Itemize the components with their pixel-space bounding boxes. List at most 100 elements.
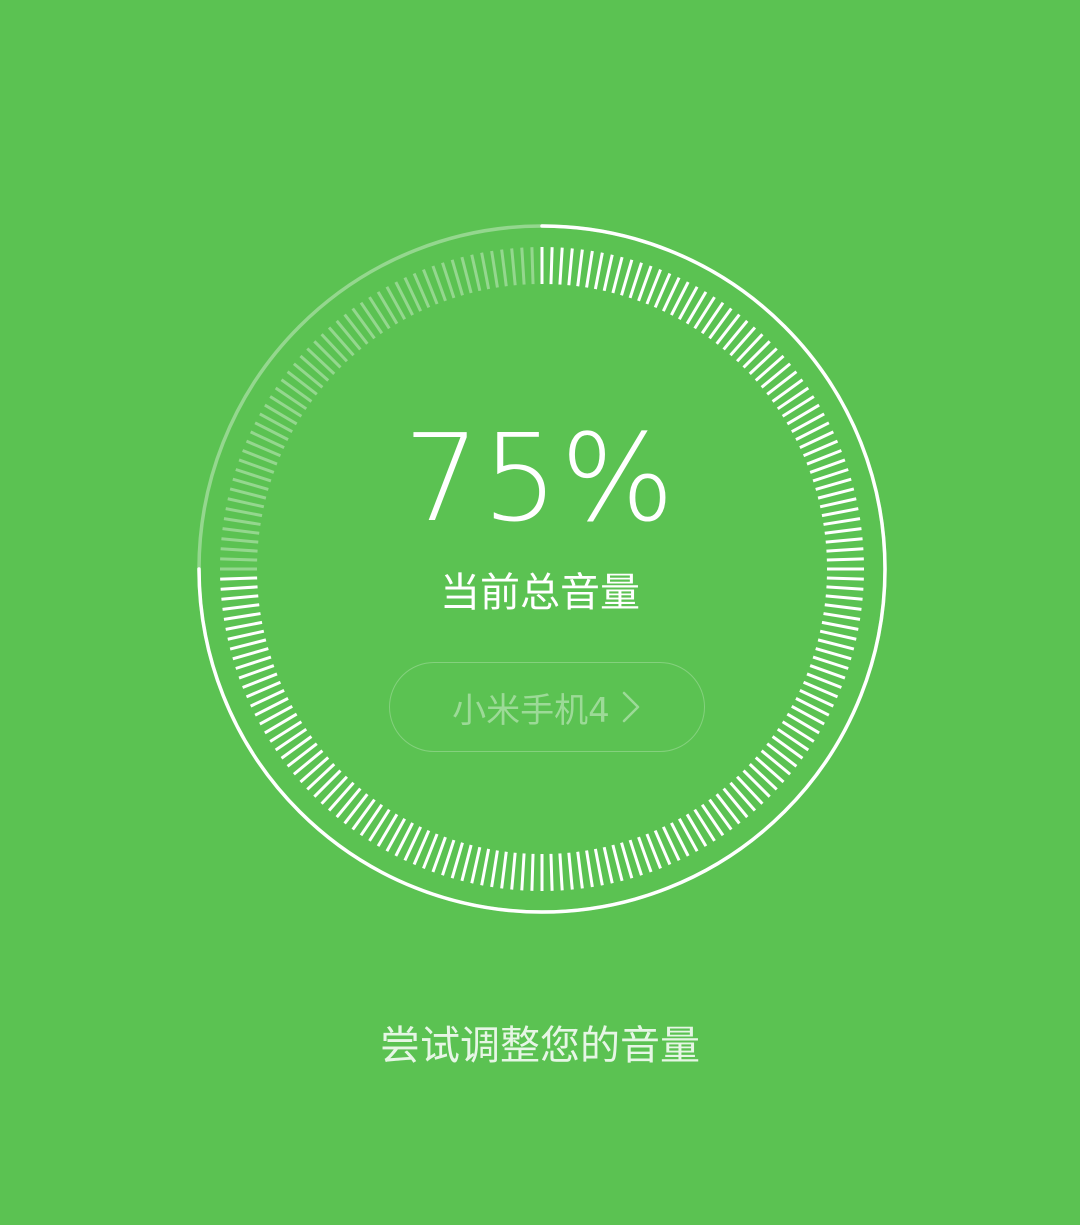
volume-tick (359, 301, 384, 335)
volume-tick (611, 256, 624, 294)
volume-tick (549, 247, 554, 285)
volume-tick (685, 813, 708, 847)
volume-tick (611, 844, 624, 882)
volume-tick (766, 742, 798, 768)
volume-tick (817, 487, 855, 500)
volume-tick (620, 259, 634, 296)
volume-tick (286, 370, 318, 396)
volume-tick (530, 853, 535, 891)
volume-tick (567, 852, 574, 890)
volume-tick (781, 395, 815, 418)
volume-tick (781, 720, 815, 743)
volume-tick (220, 557, 258, 562)
volume-tick (736, 775, 764, 805)
volume-tick (585, 250, 594, 288)
volume-tick (754, 756, 785, 784)
volume-tick (628, 839, 643, 876)
volume-tick (280, 378, 313, 403)
volume-tick (760, 749, 792, 776)
volume-tick (335, 319, 362, 351)
volume-tick (460, 256, 473, 294)
volume-tick (722, 319, 749, 351)
volume-tick (708, 307, 733, 340)
volume-tick (269, 720, 303, 743)
volume-tick (480, 848, 491, 886)
volume-tick (320, 775, 348, 805)
volume-tick (786, 403, 820, 426)
volume-tick (221, 537, 259, 544)
volume-tick (715, 793, 741, 825)
volume-tick (335, 787, 362, 819)
volume-tick (823, 612, 861, 621)
volume-tick (299, 354, 330, 382)
volume-tick (441, 262, 456, 299)
volume-tick (585, 850, 594, 888)
volume-tick (223, 517, 261, 526)
volume-tick (821, 507, 859, 518)
volume-tick (500, 249, 508, 287)
volume-tick (819, 497, 857, 509)
volume-tick (558, 853, 564, 891)
volume-tick (826, 585, 864, 591)
volume-tick (817, 638, 855, 651)
volume-tick (602, 254, 614, 292)
chevron-right-icon (620, 690, 642, 724)
volume-tick (700, 301, 725, 335)
volume-tick (510, 852, 517, 890)
device-select-button[interactable]: 小米手机4 (389, 662, 705, 752)
volume-tick (776, 727, 810, 752)
volume-tick (500, 851, 508, 889)
volume-tick (227, 497, 265, 509)
volume-tick (685, 291, 708, 325)
volume-tick (812, 655, 849, 670)
volume-tick (771, 735, 804, 760)
volume-tick (359, 803, 384, 837)
volume-tick (306, 347, 336, 375)
volume-tick (235, 468, 272, 483)
volume-tick (520, 853, 526, 891)
volume-tick (292, 749, 324, 776)
volume-tick (766, 370, 798, 396)
volume-tick (490, 250, 499, 288)
volume-tick (286, 742, 318, 768)
volume-tick (221, 594, 259, 601)
device-name: 小米手机4 (452, 690, 610, 731)
volume-tick (693, 808, 716, 842)
volume-tick (299, 756, 330, 784)
volume-tick (223, 612, 261, 621)
volume-tick (232, 647, 269, 661)
volume-label: 当前总音量 (440, 570, 640, 616)
volume-tick (576, 249, 584, 287)
volume-tick (480, 252, 491, 290)
volume-tick (593, 848, 604, 886)
volume-tick (227, 629, 265, 641)
volume-tick (368, 296, 391, 330)
volume-tick (450, 259, 464, 296)
volume-tick (351, 307, 376, 340)
volume-tick (549, 853, 554, 891)
volume-tick (460, 844, 473, 882)
volume-tick (220, 547, 258, 553)
volume-tick (320, 333, 348, 363)
volume-tick (748, 347, 778, 375)
volume-tick (220, 576, 258, 581)
volume-tick (264, 403, 298, 426)
volume-tick (776, 386, 810, 411)
volume-tick (748, 763, 778, 791)
volume-tick (264, 712, 298, 735)
volume-tick (576, 851, 584, 889)
volume-tick (327, 781, 355, 812)
volume-tick (825, 537, 863, 544)
volume-tick (825, 594, 863, 601)
volume-tick (700, 803, 725, 837)
volume-tick (229, 638, 267, 651)
volume-tick (220, 585, 258, 591)
volume-tick (510, 248, 517, 286)
volume-tick (343, 313, 369, 345)
volume-tick (722, 787, 749, 819)
volume-tick (715, 313, 741, 345)
volume-tick (225, 507, 263, 518)
volume-tick (530, 247, 535, 285)
volume-tick (368, 808, 391, 842)
volume-tick (754, 354, 785, 382)
